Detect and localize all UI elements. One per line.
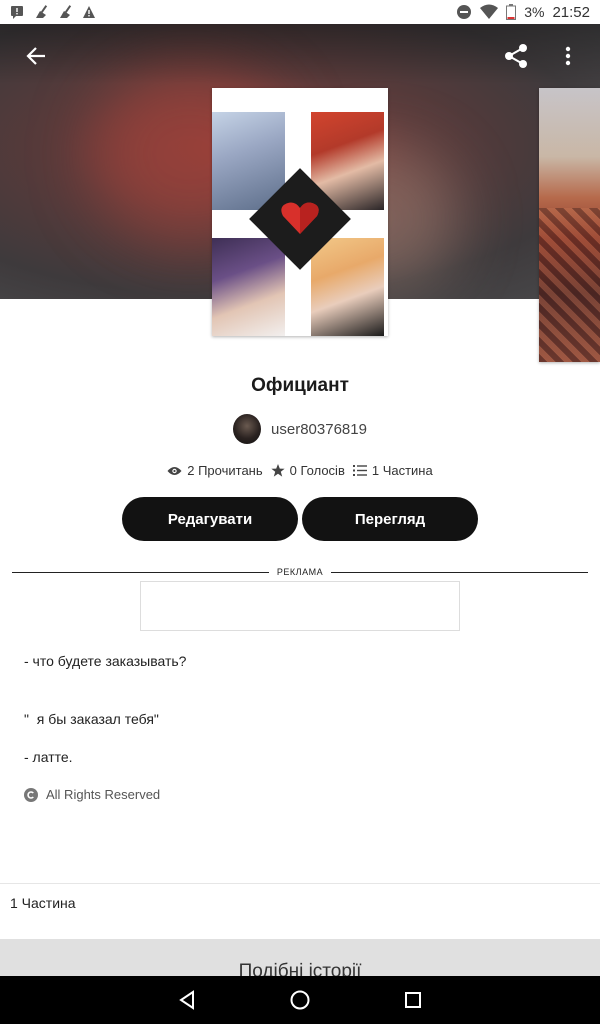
more-vertical-icon [565,46,571,66]
divider-line [331,571,589,573]
status-bar: 3% 21:52 [0,0,600,24]
similar-stories-title: Подібні історії [238,961,362,976]
ad-label: РЕКЛАМА [276,567,324,577]
square-recents-icon [405,992,422,1008]
votes-count: 0 Голосів [289,463,345,478]
list-icon [352,465,367,476]
arrow-back-icon [26,47,45,65]
do-not-disturb-icon [457,5,472,19]
avatar[interactable] [233,414,262,444]
story-cover[interactable] [212,88,388,336]
parts-count: 1 Частина [371,463,433,478]
star-icon [271,464,285,477]
status-time: 21:52 [552,3,590,21]
triangle-back-icon [178,990,194,1010]
votes-stat: 0 Голосів [271,463,345,478]
author-row[interactable]: user80376819 [0,414,600,444]
message-alert-icon [11,6,23,19]
broom-icon [60,5,72,18]
reads-count: 2 Прочитань [187,463,263,478]
next-story-cover[interactable] [539,88,600,362]
similar-stories-section: Подібні історії [0,939,600,976]
status-right: 3% 21:52 [456,4,590,21]
story-line: " я бы заказал тебя" [24,711,159,727]
ad-slot[interactable] [140,581,460,631]
eye-icon [167,466,182,475]
copyright-icon [24,787,38,802]
story-line: - что будете заказывать? [24,653,187,669]
reads-stat: 2 Прочитань [167,463,263,478]
share-button[interactable] [500,40,532,72]
broom-icon [36,5,48,18]
story-title: Официант [251,375,349,396]
rights-text: All Rights Reserved [46,787,161,802]
story-line: - латте. [24,749,73,765]
cover-photo [311,238,384,336]
battery-icon [506,4,517,20]
author-name[interactable]: user80376819 [271,421,367,438]
nav-home-button[interactable] [282,982,318,1018]
share-icon [505,44,527,68]
divider-line [12,571,269,573]
navigation-bar [0,976,600,1024]
warning-icon [83,6,95,18]
edit-button[interactable]: Редагувати [122,497,298,541]
heart-icon [281,202,319,234]
cover-pattern [539,208,600,362]
parts-stat: 1 Частина [352,463,433,478]
ad-divider: РЕКЛАМА [12,566,589,578]
part-label[interactable]: 1 Частина [10,895,76,911]
view-button[interactable]: Перегляд [302,497,478,541]
back-button[interactable] [20,40,52,72]
wifi-icon [480,4,499,19]
status-left-icons [10,5,96,19]
circle-home-icon [290,990,310,1010]
nav-recents-button[interactable] [395,982,431,1018]
more-options-button[interactable] [556,40,580,72]
copyright-notice: All Rights Reserved [24,787,160,802]
story-stats: 2 Прочитань 0 Голосів 1 Частина [0,463,600,478]
battery-percent: 3% [524,4,545,20]
cover-photo [212,238,285,336]
nav-back-button[interactable] [169,982,205,1018]
section-divider [0,883,600,884]
